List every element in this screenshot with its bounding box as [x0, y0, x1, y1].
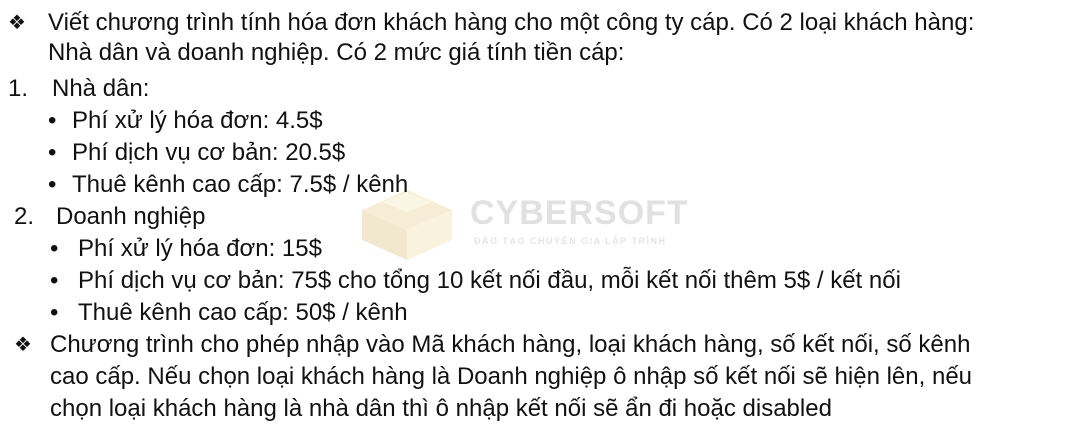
residential-item: Phí dịch vụ cơ bản: 20.5$ — [72, 139, 346, 166]
watermark-tagline: ĐÀO TẠO CHUYÊN GIA LẬP TRÌNH — [474, 236, 667, 246]
bullet-icon: • — [48, 171, 57, 198]
business-item: Phí dịch vụ cơ bản: 75$ cho tổng 10 kết … — [78, 267, 901, 294]
watermark-title: CYBERSOFT — [470, 194, 689, 232]
bullet-icon: • — [50, 267, 59, 294]
bullet-icon: • — [48, 107, 57, 134]
residential-item: Thuê kênh cao cấp: 7.5$ / kênh — [72, 171, 409, 198]
residential-heading: Nhà dân: — [52, 75, 150, 102]
program-line-3: chọn loại khách hàng là nhà dân thì ô nh… — [50, 395, 832, 422]
diamond-bullet-icon: ❖ — [8, 12, 26, 34]
business-item: Phí xử lý hóa đơn: 15$ — [78, 235, 322, 262]
bullet-icon: • — [50, 235, 59, 262]
program-line-1: Chương trình cho phép nhập vào Mã khách … — [50, 331, 971, 358]
residential-item: Phí xử lý hóa đơn: 4.5$ — [72, 107, 323, 134]
diamond-bullet-icon: ❖ — [14, 334, 32, 356]
business-item: Thuê kênh cao cấp: 50$ / kênh — [78, 299, 408, 326]
list-number-1: 1. — [8, 75, 29, 102]
business-heading: Doanh nghiệp — [56, 203, 206, 230]
program-line-2: cao cấp. Nếu chọn loại khách hàng là Doa… — [50, 363, 973, 390]
list-number-2: 2. — [14, 203, 35, 230]
intro-line-2: Nhà dân và doanh nghiệp. Có 2 mức giá tí… — [48, 39, 625, 66]
bullet-icon: • — [50, 299, 59, 326]
bullet-icon: • — [48, 139, 57, 166]
document-page: CYBERSOFT ĐÀO TẠO CHUYÊN GIA LẬP TRÌNH ❖… — [0, 0, 1083, 429]
intro-line-1: Viết chương trình tính hóa đơn khách hàn… — [48, 9, 975, 36]
